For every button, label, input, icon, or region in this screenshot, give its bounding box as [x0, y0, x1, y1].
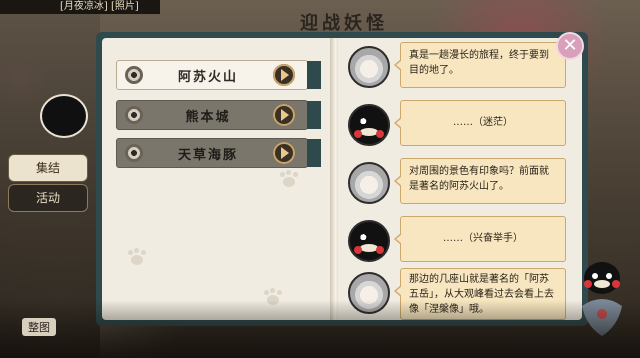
- location-amakusa-dolphin[interactable]: 天草海豚: [116, 138, 321, 168]
- bottom-scenery: [0, 300, 640, 358]
- silver-haired-character-avatar: [348, 162, 390, 204]
- silver-haired-character-avatar: [348, 46, 390, 88]
- tab-edge-decoration: [307, 101, 321, 129]
- location-name: 天草海豚: [177, 147, 238, 163]
- photo-album-book: 阿苏火山 熊本城 天草海豚 真是一趟漫长的旅程，终于要到目的地了。 ……（迷茫）…: [96, 32, 588, 326]
- kumamon-avatar: [348, 220, 390, 262]
- paw-print-icon: [278, 170, 300, 188]
- close-icon[interactable]: ✕: [556, 32, 584, 60]
- dialogue-bubble: ……（迷茫）: [394, 100, 566, 146]
- dialogue-text: ……（兴奋举手）: [443, 233, 523, 244]
- dialogue-row: ……（迷茫）: [348, 100, 572, 152]
- location-marker-icon: [125, 106, 143, 124]
- tab-edge-decoration: [307, 61, 321, 89]
- gather-button[interactable]: 集结: [8, 154, 88, 182]
- dialogue-bubble: ……（兴奋举手）: [394, 216, 566, 262]
- bottom-label: 整图: [22, 318, 56, 336]
- breadcrumb: [月夜凉冰] [照片]: [0, 0, 160, 14]
- location-aso-volcano[interactable]: 阿苏火山: [116, 60, 321, 90]
- dialogue-text: ……（迷茫）: [453, 117, 513, 128]
- kumamon-mascot-image: [40, 94, 88, 138]
- dialogue-bubble: 对周围的景色有印象吗？前面就是著名的阿苏火山了。: [394, 158, 566, 204]
- dialogue-row: ……（兴奋举手）: [348, 216, 572, 268]
- play-icon[interactable]: [273, 64, 295, 86]
- activity-button[interactable]: 活动: [8, 184, 88, 212]
- right-page: 真是一趟漫长的旅程，终于要到目的地了。 ……（迷茫） 对周围的景色有印象吗？前面…: [338, 38, 582, 320]
- paw-print-icon: [126, 248, 148, 266]
- tab-edge-decoration: [307, 139, 321, 167]
- dialogue-row: 真是一趟漫长的旅程，终于要到目的地了。: [348, 42, 572, 94]
- kumamon-avatar: [348, 104, 390, 146]
- play-icon[interactable]: [273, 142, 295, 164]
- location-marker-icon: [125, 66, 143, 84]
- dialogue-bubble: 真是一趟漫长的旅程，终于要到目的地了。: [394, 42, 566, 88]
- location-name: 阿苏火山: [177, 69, 238, 85]
- left-page: 阿苏火山 熊本城 天草海豚: [102, 38, 334, 320]
- play-icon[interactable]: [273, 104, 295, 126]
- location-kumamoto-castle[interactable]: 熊本城: [116, 100, 321, 130]
- location-name: 熊本城: [185, 109, 231, 125]
- dialogue-row: 对周围的景色有印象吗？前面就是著名的阿苏火山了。: [348, 158, 572, 210]
- location-marker-icon: [125, 144, 143, 162]
